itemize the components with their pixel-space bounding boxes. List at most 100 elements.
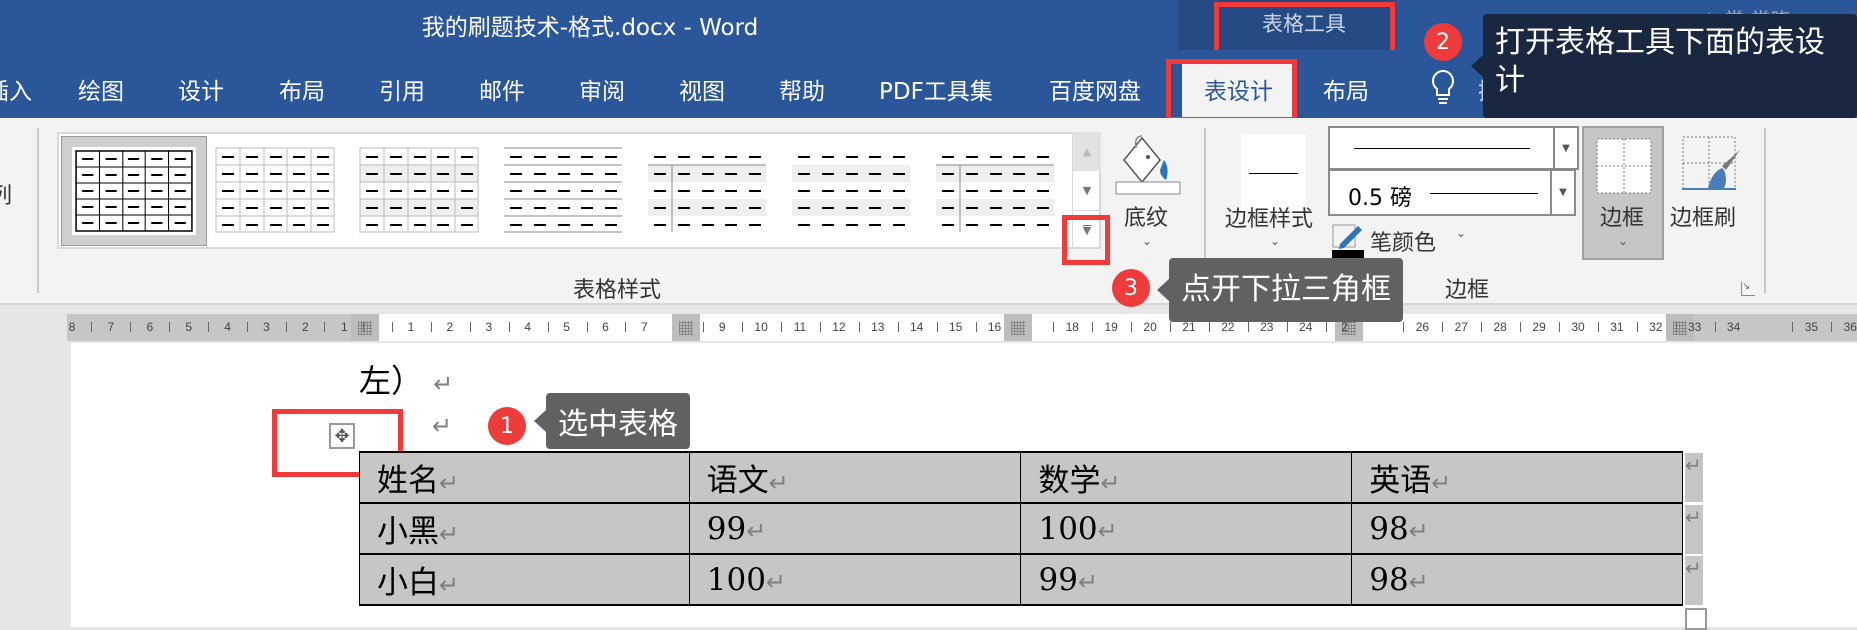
table-style-banded-rows-icon: [792, 156, 910, 226]
table-style-horizontal-lines[interactable]: [502, 146, 624, 234]
line-style-dropdown[interactable]: ▼: [1328, 126, 1579, 170]
ruler-tick: [1325, 322, 1327, 332]
paragraph-mark: ↵: [432, 412, 453, 440]
ruler-number: 12: [832, 320, 846, 334]
table-cell[interactable]: 英语↵: [1351, 451, 1683, 504]
ruler-tick: [392, 322, 393, 332]
tab-layout[interactable]: 布局: [279, 72, 325, 106]
ruler-tick: [936, 322, 938, 332]
border-styles-button[interactable]: 边框样式 ⌄: [1222, 126, 1327, 256]
table-cell[interactable]: 小白↵: [359, 553, 690, 606]
ruler-tick: [168, 322, 170, 332]
tab-references[interactable]: 引用: [379, 72, 425, 106]
table-cell[interactable]: 98↵: [1351, 502, 1683, 555]
tab-review[interactable]: 审阅: [579, 72, 625, 106]
ruler-tick: [781, 322, 782, 332]
score-table[interactable]: 姓名↵ 语文↵ 数学↵ 英语↵ 小黑↵ 99↵ 100↵ 98↵ 小白↵ 100…: [359, 451, 1683, 606]
annotation-tooltip-2: 打开表格工具下面的表设计: [1471, 14, 1857, 118]
table-style-first-column[interactable]: [646, 146, 768, 234]
ribbon-cut-label: 列: [0, 184, 13, 209]
ruler-tick: [1208, 322, 1210, 332]
step-badge-1: 1: [488, 407, 526, 445]
ruler-number: 14: [910, 320, 924, 334]
group-label-borders: 边框: [1445, 278, 1490, 303]
ruler-number: 8: [68, 320, 76, 334]
ruler-tick: [1714, 322, 1716, 332]
ruler-number: 20: [1143, 320, 1157, 334]
gallery-scroll-up-button[interactable]: ▲: [1073, 132, 1101, 171]
ruler-tick: [819, 322, 821, 332]
table-cell[interactable]: 99↵: [1020, 553, 1353, 606]
ruler-tick: [1520, 322, 1522, 332]
ruler-number: 2: [302, 320, 309, 334]
ruler-number: 7: [107, 320, 115, 334]
column-marker[interactable]: [1004, 314, 1032, 341]
tab-table-layout[interactable]: 布局: [1323, 72, 1369, 106]
table-styles-gallery: [57, 132, 1101, 249]
table-cell[interactable]: 98↵: [1351, 553, 1683, 606]
row-end-mark: ↵: [1685, 556, 1703, 605]
highlight-box-table-tools: [1214, 2, 1395, 56]
ruler-number: 26: [1415, 320, 1430, 334]
pen-color-label: 笔颜色: [1370, 231, 1437, 256]
table-cell[interactable]: 100↵: [688, 553, 1022, 606]
shading-chevron-icon: ⌄: [1142, 234, 1153, 248]
ruler-tick: [1442, 322, 1444, 332]
table-style-header-column[interactable]: [934, 146, 1056, 234]
column-marker[interactable]: [672, 314, 700, 341]
ruler-number: 3: [485, 320, 493, 334]
table-cell[interactable]: 99↵: [688, 502, 1022, 555]
pen-color-button[interactable]: 笔颜色 ⌄: [1332, 224, 1472, 258]
tab-baidu-netdisk[interactable]: 百度网盘: [1049, 72, 1141, 106]
ruler-number: 13: [871, 320, 885, 334]
ruler-tick: [1792, 322, 1794, 332]
ruler-tick: [430, 322, 432, 332]
ruler-tick: [1170, 322, 1171, 332]
tab-insert[interactable]: 插入: [0, 72, 32, 106]
tab-pdf-tools[interactable]: PDF工具集: [879, 72, 993, 106]
table-cell[interactable]: 语文↵: [688, 451, 1022, 504]
table-style-first-column-icon: [648, 156, 766, 232]
border-painter-icon: [1682, 136, 1740, 190]
table-row: 小黑↵ 99↵ 100↵ 98↵: [359, 502, 1683, 555]
table-cell[interactable]: 100↵: [1020, 502, 1353, 555]
ruler-tick: [742, 322, 744, 332]
table-style-grid[interactable]: [61, 136, 207, 246]
group-label-table-styles: 表格样式: [573, 278, 662, 303]
paint-bucket-icon: [1115, 135, 1181, 195]
tab-view[interactable]: 视图: [679, 72, 725, 106]
ruler-tick: [207, 322, 209, 332]
ruler-number: 5: [563, 320, 570, 334]
border-styles-label: 边框样式: [1225, 207, 1314, 232]
ruler-number: 18: [1065, 320, 1079, 334]
table-style-plain-grid[interactable]: [214, 146, 336, 234]
column-marker[interactable]: [351, 314, 379, 341]
table-row: 小白↵ 100↵ 99↵ 98↵: [359, 553, 1683, 606]
ruler-tick: [1286, 322, 1288, 332]
ruler-number: 33: [1688, 320, 1702, 334]
lightbulb-icon[interactable]: [1430, 68, 1456, 106]
ruler-tick: [469, 322, 471, 332]
tab-help[interactable]: 帮助: [779, 72, 825, 106]
table-cell[interactable]: 姓名↵: [359, 451, 690, 504]
tab-design[interactable]: 设计: [178, 72, 224, 106]
table-style-banded-rows[interactable]: [790, 146, 912, 234]
ruler-number: 22: [1221, 320, 1235, 334]
table-cell[interactable]: 小黑↵: [359, 502, 690, 555]
line-weight-dropdown[interactable]: 0.5 磅 ▼: [1328, 169, 1576, 216]
table-style-banded-grid[interactable]: [358, 146, 480, 234]
tab-draw[interactable]: 绘图: [78, 72, 124, 106]
line-style-dropdown-arrow[interactable]: ▼: [1553, 128, 1577, 168]
ruler-tick: [1053, 322, 1055, 332]
line-weight-dropdown-arrow[interactable]: ▼: [1550, 171, 1574, 214]
ruler-number: 24: [1299, 320, 1313, 334]
horizontal-ruler[interactable]: 8 7 6 5 4 3 2 1 1 2 3 4 5 6 7 9 10 11 12 13 14 15 16 18 19 20 21 22…: [0, 310, 1857, 343]
table-cell[interactable]: 数学↵: [1020, 451, 1353, 504]
ruler-tick: [1636, 322, 1638, 332]
ruler-number: 23: [1260, 320, 1274, 334]
borders-dialog-launcher-icon[interactable]: ↘: [1741, 282, 1755, 296]
borders-button[interactable]: 边框 ⌄: [1582, 126, 1664, 260]
tab-mailings[interactable]: 邮件: [479, 72, 525, 106]
gallery-scroll-down-button[interactable]: ▼: [1073, 171, 1101, 210]
border-painter-button[interactable]: 边框刷: [1668, 130, 1754, 231]
